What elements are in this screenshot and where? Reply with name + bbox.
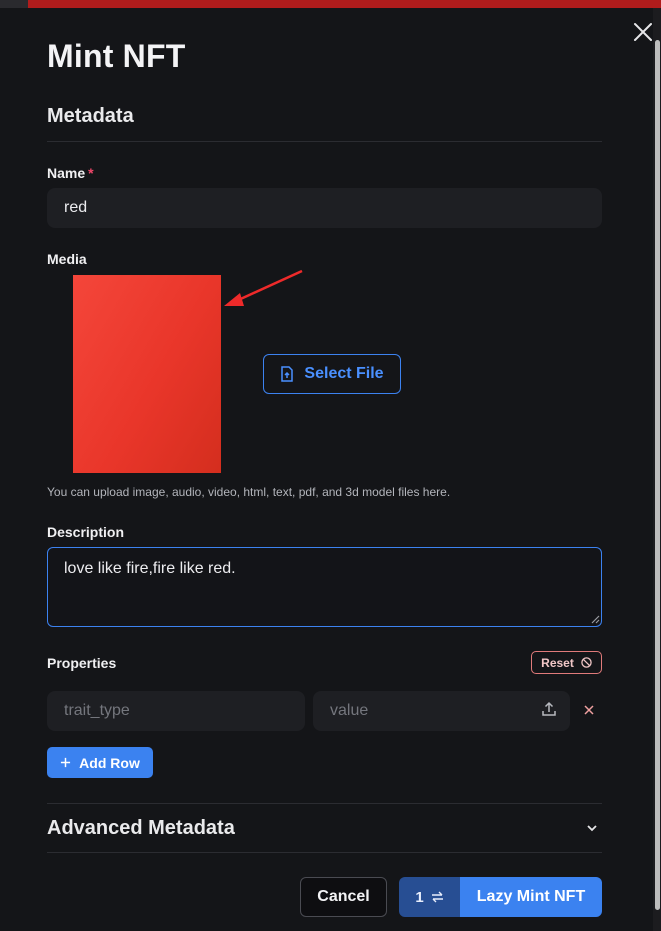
modal-title: Mint NFT <box>47 38 186 74</box>
required-marker: * <box>88 165 94 181</box>
reset-label: Reset <box>541 655 574 670</box>
advanced-top-divider <box>47 803 602 804</box>
media-upload-hint: You can upload image, audio, video, html… <box>47 485 451 499</box>
media-label: Media <box>47 251 87 267</box>
select-file-label: Select File <box>304 365 384 382</box>
ban-icon <box>581 657 592 668</box>
add-row-button[interactable]: Add Row <box>47 747 153 778</box>
advanced-bottom-divider <box>47 852 602 853</box>
section-divider <box>47 141 602 142</box>
select-file-button[interactable]: Select File <box>263 354 401 394</box>
plus-icon <box>61 757 71 768</box>
network-switch-button[interactable]: 1 <box>399 877 460 917</box>
upload-icon[interactable] <box>541 701 557 717</box>
trait-type-input[interactable]: trait_type <box>47 691 305 731</box>
network-count: 1 <box>415 888 424 906</box>
lazy-mint-button[interactable]: Lazy Mint NFT <box>460 877 602 917</box>
close-icon[interactable] <box>631 20 655 44</box>
add-row-label: Add Row <box>79 754 140 771</box>
name-input[interactable]: red <box>47 188 602 228</box>
scrollbar-thumb[interactable] <box>655 40 660 910</box>
description-textarea[interactable]: love like fire,fire like red. <box>47 547 602 627</box>
resize-handle-icon[interactable] <box>590 614 600 624</box>
annotation-arrow <box>224 269 303 306</box>
advanced-metadata-toggle[interactable]: Advanced Metadata <box>47 817 235 840</box>
chevron-down-icon[interactable] <box>585 821 599 835</box>
switch-arrows-icon <box>431 891 443 903</box>
cancel-button[interactable]: Cancel <box>300 877 387 917</box>
file-upload-icon <box>281 366 294 382</box>
top-bar-edge <box>0 0 28 8</box>
metadata-section-title: Metadata <box>47 105 134 127</box>
properties-label: Properties <box>47 655 117 671</box>
description-label: Description <box>47 524 125 540</box>
reset-button[interactable]: Reset <box>531 651 602 674</box>
trait-value-input[interactable]: value <box>313 691 570 731</box>
name-label: Name * <box>47 165 94 181</box>
media-preview-image <box>73 275 221 473</box>
browser-top-bar <box>0 0 661 8</box>
remove-row-icon[interactable] <box>582 703 596 717</box>
